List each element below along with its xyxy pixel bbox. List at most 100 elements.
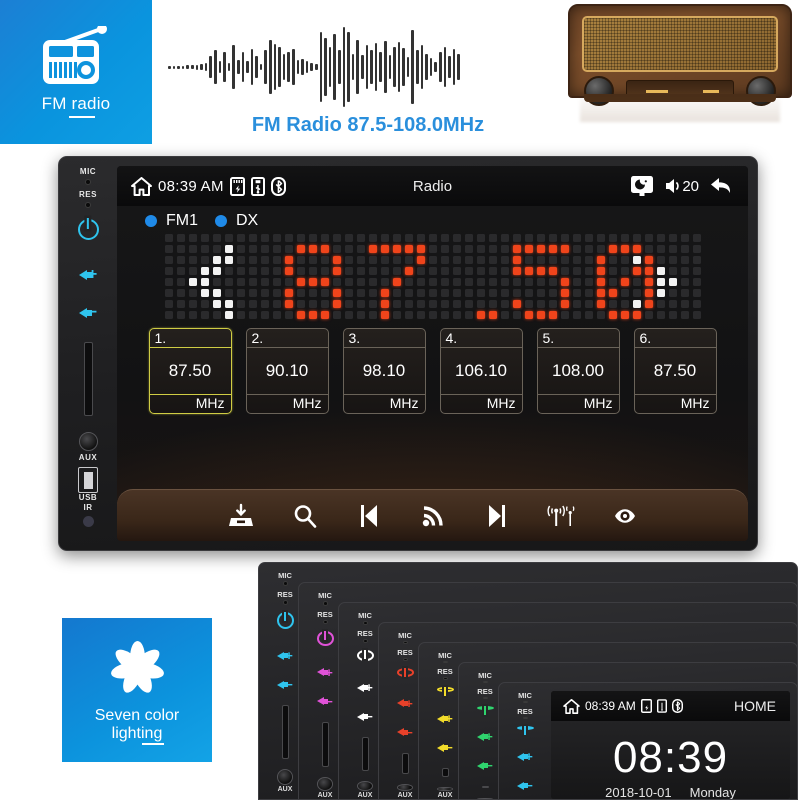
led-pixel — [332, 310, 341, 319]
power-button[interactable] — [356, 649, 374, 662]
power-button[interactable] — [516, 726, 534, 730]
led-pixel — [188, 299, 197, 308]
volume-down-button[interactable]: − — [397, 725, 413, 740]
aux-jack[interactable] — [357, 780, 373, 791]
led-pixel — [632, 233, 641, 242]
volume-up-button[interactable]: + — [477, 729, 493, 744]
volume-down-button[interactable]: − — [357, 709, 373, 724]
volume-down-button[interactable]: − — [78, 304, 97, 322]
power-button[interactable] — [396, 668, 414, 677]
volume-up-button[interactable]: + — [397, 696, 413, 711]
led-pixel — [452, 288, 461, 297]
led-pixel — [368, 266, 377, 275]
volume-down-button[interactable]: − — [517, 778, 533, 793]
preset-button[interactable]: 6. 87.50 MHz — [633, 328, 717, 414]
led-pixel — [692, 310, 701, 319]
preset-frequency: 87.50 — [168, 361, 212, 380]
led-pixel — [380, 277, 389, 286]
preset-number: 2. — [246, 329, 328, 348]
speaker-icon — [317, 697, 329, 706]
led-pixel — [284, 288, 293, 297]
save-preset-icon[interactable] — [209, 490, 273, 542]
previous-station-icon[interactable] — [337, 490, 401, 542]
volume-down-button[interactable]: − — [477, 758, 493, 773]
ir-receiver — [82, 516, 94, 527]
led-pixel — [488, 266, 497, 275]
led-pixel — [320, 277, 329, 286]
reset-hole[interactable] — [522, 717, 528, 719]
aux-jack[interactable] — [317, 777, 333, 791]
power-button[interactable] — [316, 631, 334, 646]
sd-card-slot[interactable] — [401, 752, 409, 774]
waveform-bar — [305, 61, 309, 73]
sd-card-slot[interactable] — [361, 737, 369, 771]
touch-screen[interactable]: 08:39 AM Radio 20 FM1 DX 1. 87.50 MHz 2.… — [117, 166, 748, 541]
led-pixel — [248, 310, 257, 319]
power-button[interactable] — [276, 612, 294, 629]
screen-off-icon[interactable] — [630, 175, 654, 197]
power-button[interactable] — [436, 686, 454, 693]
aux-jack[interactable] — [277, 769, 293, 785]
preset-button[interactable]: 3. 98.10 MHz — [342, 328, 426, 414]
volume-down-button[interactable]: − — [437, 740, 453, 755]
power-button[interactable] — [77, 219, 99, 240]
reset-hole[interactable] — [442, 677, 448, 680]
reset-hole[interactable] — [282, 600, 288, 605]
eye-icon[interactable] — [593, 490, 657, 542]
volume-up-button[interactable]: + — [517, 749, 533, 764]
led-pixel — [524, 277, 533, 286]
usb-port[interactable] — [78, 467, 98, 493]
preset-button[interactable]: 4. 106.10 MHz — [439, 328, 523, 414]
search-scan-icon[interactable] — [273, 490, 337, 542]
reset-label: RES — [317, 609, 333, 619]
speaker-icon — [78, 270, 92, 280]
antenna-icon[interactable] — [529, 490, 593, 542]
sd-card-slot[interactable] — [481, 786, 489, 788]
volume-icon[interactable]: 20 — [665, 178, 699, 195]
home-icon[interactable] — [563, 698, 580, 714]
volume-up-button[interactable]: + — [437, 711, 453, 726]
led-pixel — [488, 277, 497, 286]
sd-card-slot[interactable] — [281, 705, 289, 759]
mic-hole — [482, 681, 488, 683]
volume-down-button[interactable]: − — [277, 677, 293, 692]
led-pixel — [560, 266, 569, 275]
led-pixel — [500, 288, 509, 297]
volume-up-button[interactable]: + — [357, 680, 373, 695]
led-pixel — [500, 266, 509, 275]
led-pixel — [644, 277, 653, 286]
band-label-fm1[interactable]: FM1 — [166, 212, 198, 230]
touch-screen[interactable]: 08:39 AM HOME 08:39 2018-10-01 Monday — [551, 691, 790, 799]
next-station-icon[interactable] — [465, 490, 529, 542]
waveform-bar — [420, 45, 424, 89]
volume-up-button[interactable]: + — [78, 266, 97, 284]
led-pixel — [416, 233, 425, 242]
reset-hole[interactable] — [85, 202, 91, 208]
sd-card-slot[interactable] — [441, 768, 449, 778]
signal-strength-icon[interactable] — [401, 490, 465, 542]
volume-down-button[interactable]: − — [317, 694, 333, 709]
volume-up-button[interactable]: + — [277, 648, 293, 663]
preset-button[interactable]: 1. 87.50 MHz — [148, 328, 232, 414]
reset-hole[interactable] — [362, 638, 368, 643]
aux-jack[interactable] — [437, 787, 453, 792]
reset-hole[interactable] — [402, 658, 408, 662]
sd-card-slot[interactable] — [321, 721, 329, 768]
led-pixel — [188, 277, 197, 286]
volume-up-button[interactable]: + — [317, 665, 333, 680]
sd-card-slot[interactable] — [83, 342, 93, 416]
preset-button[interactable]: 2. 90.10 MHz — [245, 328, 329, 414]
reset-hole[interactable] — [482, 697, 488, 699]
aux-jack[interactable] — [397, 783, 413, 791]
waveform-bar — [360, 55, 364, 79]
led-pixel — [452, 310, 461, 319]
led-pixel — [200, 299, 209, 308]
reset-hole[interactable] — [322, 619, 328, 624]
band-label-dx[interactable]: DX — [236, 212, 258, 230]
back-arrow-icon[interactable] — [710, 176, 734, 196]
power-button[interactable] — [476, 706, 494, 710]
led-pixel — [464, 299, 473, 308]
preset-button[interactable]: 5. 108.00 MHz — [536, 328, 620, 414]
aux-jack[interactable] — [78, 432, 98, 451]
led-pixel — [584, 266, 593, 275]
